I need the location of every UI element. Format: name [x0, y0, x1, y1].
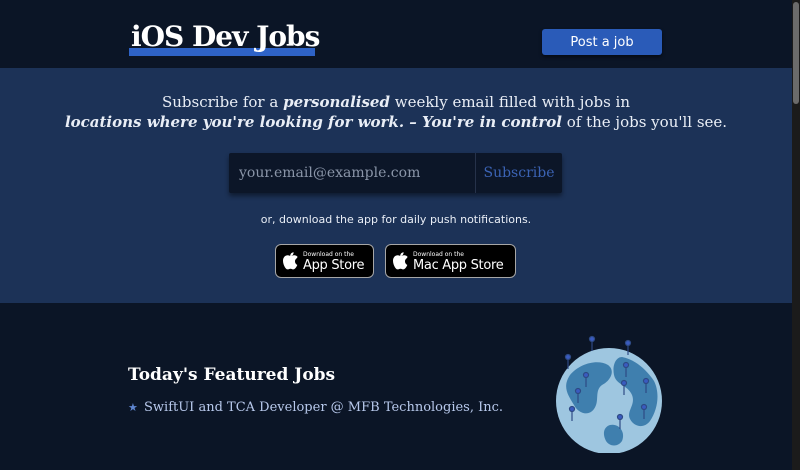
tagline-emphasis: locations where you're looking for work.…	[64, 113, 562, 131]
site-logo[interactable]: iOS Dev Jobs	[131, 20, 320, 53]
email-input[interactable]	[239, 163, 469, 183]
star-icon: ★	[128, 401, 138, 414]
tagline-text: of the jobs you'll see.	[561, 113, 728, 131]
apple-icon	[283, 252, 298, 270]
scrollbar-thumb[interactable]	[793, 2, 799, 104]
badge-small-text: Download on the	[413, 251, 464, 258]
subscribe-button[interactable]: Subscribe	[476, 153, 562, 193]
site-header: iOS Dev Jobs Post a job	[0, 0, 792, 68]
post-job-button[interactable]: Post a job	[542, 29, 662, 55]
tagline-text: Subscribe for a	[161, 93, 284, 111]
app-store-badge[interactable]: Download on the App Store	[275, 244, 374, 278]
featured-job-item: ★ SwiftUI and TCA Developer @ MFB Techno…	[128, 400, 503, 415]
tagline-emphasis: personalised	[283, 93, 390, 111]
subscribe-tagline: Subscribe for a personalised weekly emai…	[0, 92, 792, 132]
globe-illustration	[556, 335, 662, 453]
featured-job-link[interactable]: SwiftUI and TCA Developer @ MFB Technolo…	[144, 400, 503, 415]
mac-app-store-badge[interactable]: Download on the Mac App Store	[385, 244, 516, 278]
subscribe-form: Subscribe	[229, 153, 562, 193]
tagline-text: weekly email filled with jobs in	[389, 93, 631, 111]
page-scrollbar[interactable]	[792, 0, 800, 470]
subscribe-hero: Subscribe for a personalised weekly emai…	[0, 68, 792, 303]
badge-title: App Store	[303, 258, 365, 273]
apple-icon	[393, 252, 408, 270]
badge-small-text: Download on the	[303, 251, 354, 258]
app-download-note: or, download the app for daily push noti…	[260, 213, 532, 226]
badge-title: Mac App Store	[413, 258, 504, 273]
featured-jobs-heading: Today's Featured Jobs	[128, 365, 336, 385]
